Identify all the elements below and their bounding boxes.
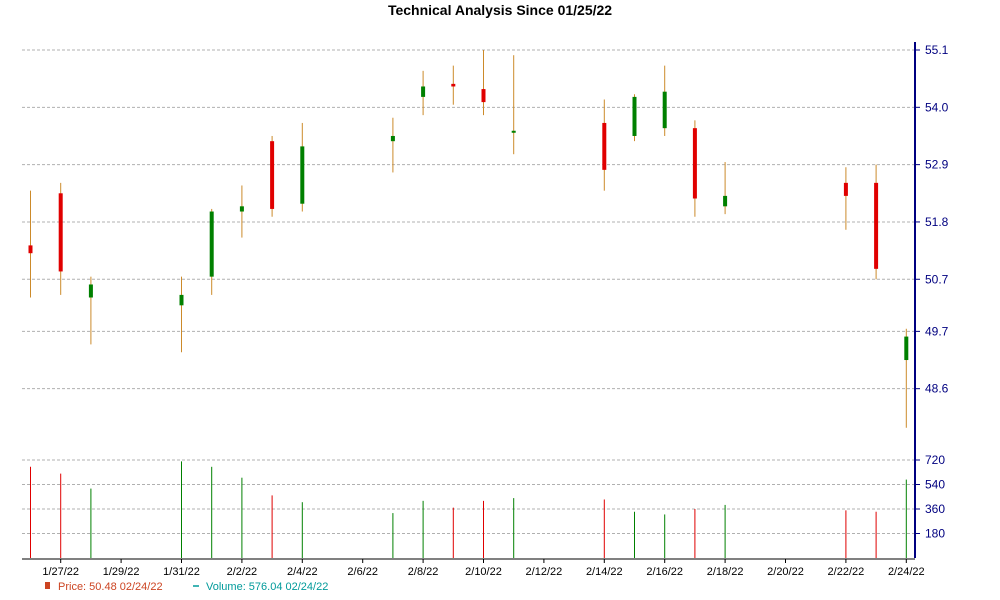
price-tick-label: 54.0 xyxy=(925,100,949,114)
price-legend-marker xyxy=(45,582,50,589)
volume-legend-label: Volume: 576.04 02/24/22 xyxy=(206,581,328,593)
x-tick-label: 2/24/22 xyxy=(888,566,925,578)
x-tick-label: 1/31/22 xyxy=(163,566,200,578)
candle-body xyxy=(602,122,607,170)
candle-body xyxy=(692,128,697,199)
price-tick-label: 51.8 xyxy=(925,215,949,229)
candle-body xyxy=(874,182,879,269)
price-tick-label: 50.7 xyxy=(925,272,949,286)
candle-body xyxy=(632,96,637,136)
x-tick-label: 2/18/22 xyxy=(707,566,744,578)
price-candles xyxy=(28,50,909,428)
x-tick-label: 2/12/22 xyxy=(526,566,563,578)
price-tick-label: 49.7 xyxy=(925,324,949,338)
candle-body xyxy=(451,83,456,87)
volume-tick-label: 720 xyxy=(925,453,945,467)
legend: Price: 50.48 02/24/22 Volume: 576.04 02/2… xyxy=(45,581,328,593)
price-tick-label: 48.6 xyxy=(925,382,949,396)
x-tick-label: 2/22/22 xyxy=(828,566,865,578)
candle-body xyxy=(209,211,214,277)
x-tick-label: 1/27/22 xyxy=(42,566,79,578)
gridlines xyxy=(22,49,915,534)
x-tick-label: 2/20/22 xyxy=(767,566,804,578)
candle-body xyxy=(662,91,667,129)
candle-body xyxy=(28,245,33,254)
x-tick-label: 2/14/22 xyxy=(586,566,623,578)
candle-body xyxy=(300,146,305,204)
volume-bars xyxy=(30,461,907,558)
price-legend-label: Price: 50.48 02/24/22 xyxy=(58,581,163,593)
candle-body xyxy=(904,336,909,361)
candle-body xyxy=(239,206,244,212)
candle-body xyxy=(179,294,184,306)
axes xyxy=(22,42,920,563)
volume-tick-label: 540 xyxy=(925,478,945,492)
candlestick-chart: 55.1 54.0 52.9 51.8 50.7 49.7 48.6 720 540 360 180… xyxy=(22,42,949,593)
volume-tick-label: 360 xyxy=(925,502,945,516)
candle-body xyxy=(421,86,426,97)
candle-body xyxy=(270,141,275,209)
candle-body xyxy=(481,89,486,103)
candle-body xyxy=(843,182,848,196)
price-tick-label: 52.9 xyxy=(925,158,949,172)
candle-body xyxy=(390,135,395,142)
x-tick-label: 2/16/22 xyxy=(646,566,683,578)
x-tick-label: 2/8/22 xyxy=(408,566,439,578)
x-tick-label: 2/4/22 xyxy=(287,566,318,578)
candle-body xyxy=(511,130,516,133)
candle-body xyxy=(88,284,93,298)
x-tick-label: 2/2/22 xyxy=(227,566,258,578)
x-tick-label: 2/10/22 xyxy=(465,566,502,578)
candle-body xyxy=(58,193,63,272)
x-tick-labels: 1/27/22 1/29/22 1/31/22 2/2/22 2/4/22 2/6/22 2… xyxy=(42,566,924,578)
x-tick-label: 1/29/22 xyxy=(103,566,140,578)
x-tick-label: 2/6/22 xyxy=(347,566,378,578)
price-tick-label: 55.1 xyxy=(925,43,949,57)
y-tick-labels: 55.1 54.0 52.9 51.8 50.7 49.7 48.6 720 540 360 180 xyxy=(925,43,949,541)
volume-tick-label: 180 xyxy=(925,527,945,541)
candle-body xyxy=(723,195,728,207)
